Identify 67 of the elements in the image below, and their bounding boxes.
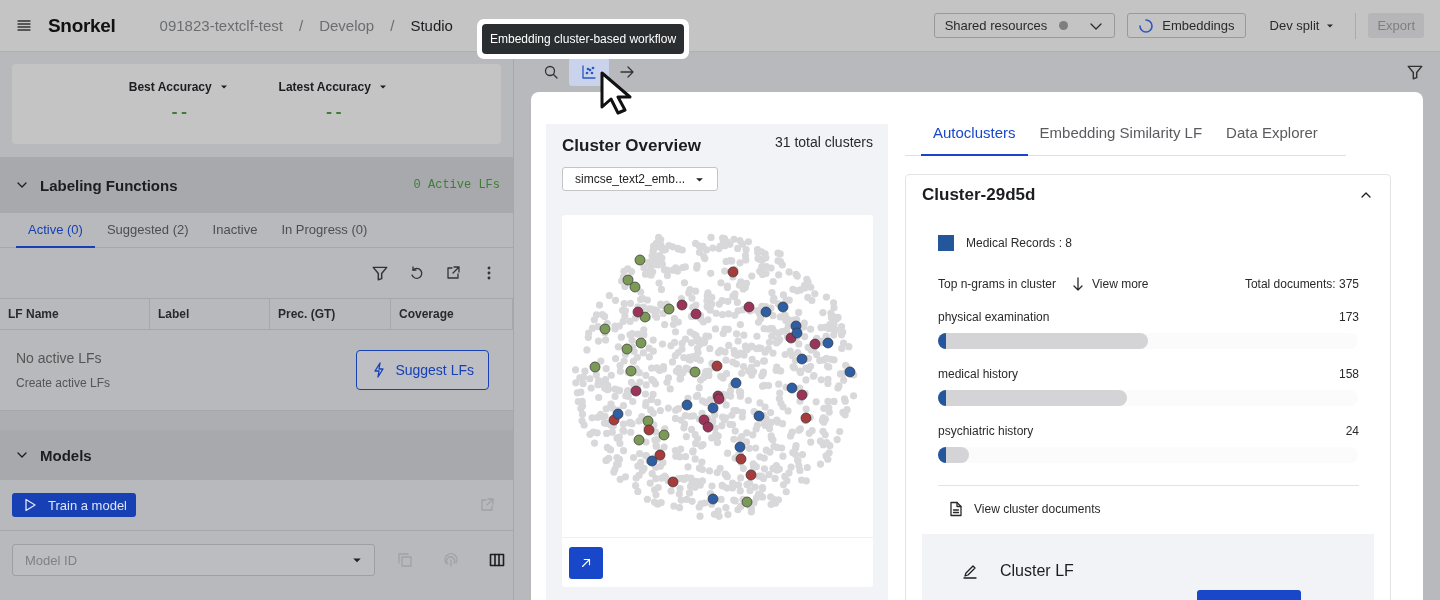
accuracy-dropdown[interactable]: Latest Accuracy [278, 80, 389, 94]
breadcrumb-separator: / [390, 17, 395, 34]
filter-icon[interactable] [371, 264, 389, 282]
accuracy-value: -- [169, 104, 189, 122]
external-link-icon[interactable] [445, 265, 461, 281]
model-id-field[interactable]: Model ID [12, 544, 375, 576]
section-title: Labeling Functions [40, 176, 179, 194]
pencil-icon [962, 563, 978, 579]
embeddings-button[interactable]: Embeddings [1127, 13, 1246, 38]
card-title: Cluster Overview [562, 136, 701, 156]
ngram-count: 24 [1345, 424, 1359, 438]
section-title: Models [40, 446, 93, 464]
menu-icon[interactable] [16, 17, 32, 34]
cluster-name: Cluster-29d5d [922, 185, 1036, 205]
document-icon [948, 501, 964, 517]
tab[interactable]: Active (0) [16, 213, 95, 248]
tab[interactable]: Autoclusters [921, 124, 1028, 156]
arrow-right-button[interactable] [619, 64, 635, 80]
split-dropdown[interactable]: Dev split [1269, 18, 1337, 33]
undo-icon[interactable] [409, 265, 425, 281]
label-count: Medical Records : 8 [966, 236, 1073, 250]
breadcrumb: Studio [410, 17, 453, 34]
search-icon [543, 64, 559, 80]
breadcrumb-separator: / [299, 17, 304, 34]
status-dot [1059, 21, 1069, 30]
tab[interactable]: In Progress (0) [269, 213, 380, 248]
embedding-dropdown[interactable]: simcse_text2_emb... [562, 167, 718, 191]
ngram-label: psychiatric history [938, 424, 1034, 438]
scatter-icon [581, 64, 597, 80]
shared-resources-dropdown[interactable]: Shared resources [933, 13, 1116, 38]
search-button[interactable] [543, 64, 559, 80]
ngram-label: physical examination [938, 310, 1050, 324]
column-header[interactable]: Coverage [391, 299, 513, 329]
view-more-link[interactable]: View more [1070, 276, 1149, 292]
total-documents: Total documents: 375 [1244, 277, 1359, 291]
column-header[interactable]: LF Name [0, 299, 150, 329]
train-model-button[interactable]: Train a model [12, 493, 136, 517]
active-lf-count: 0 Active LFs [413, 178, 500, 192]
spinner-icon [1138, 17, 1155, 34]
tab[interactable]: Embedding Similarity LF [1027, 124, 1215, 156]
tab[interactable]: Inactive [200, 213, 270, 248]
ngram-label: medical history [938, 367, 1019, 381]
suggest-lfs-button[interactable]: Suggest LFs [356, 350, 489, 390]
view-documents-link[interactable]: View cluster documents [948, 501, 1101, 517]
accuracy-value: -- [324, 104, 344, 122]
cluster-lf-title: Cluster LF [1000, 562, 1074, 580]
arrow-right-icon [619, 64, 635, 80]
column-header[interactable]: Label [150, 299, 270, 329]
empty-title: No active LFs [16, 350, 103, 366]
tab[interactable]: Data Explorer [1214, 124, 1330, 156]
empty-hint: Create active LFs [16, 376, 112, 390]
cluster-count: 31 total clusters [774, 134, 873, 150]
ngrams-title: Top n-grams in cluster [938, 277, 1057, 291]
section-header[interactable]: Models [0, 430, 513, 480]
ngram-count: 158 [1338, 367, 1359, 381]
columns-icon[interactable] [489, 552, 505, 568]
section-header[interactable]: Labeling Functions 0 Active LFs [0, 157, 513, 213]
filter-icon [1406, 63, 1424, 81]
tab[interactable]: Suggested (2) [94, 213, 201, 248]
tooltip: Embedding cluster-based workflow [477, 19, 690, 59]
accuracy-dropdown[interactable]: Best Accuracy [128, 80, 230, 94]
column-header[interactable]: Prec. (GT) [270, 299, 391, 329]
expand-button[interactable] [569, 546, 603, 579]
logo: Snorkel [48, 14, 116, 37]
ngram-count: 173 [1338, 310, 1359, 324]
play-icon [22, 497, 38, 513]
filter-button[interactable] [1406, 63, 1424, 81]
